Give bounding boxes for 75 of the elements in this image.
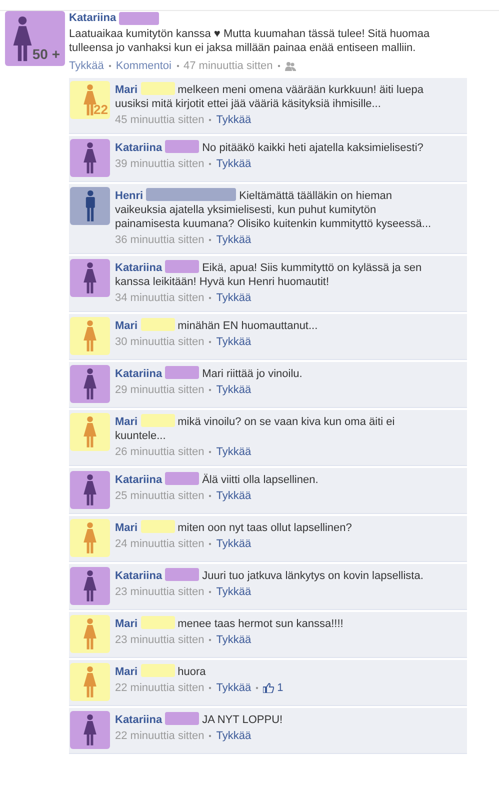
timestamp: 36 minuuttia sitten (115, 233, 204, 247)
timestamp: 30 minuuttia sitten (115, 335, 204, 349)
age-label: 22 (94, 103, 108, 117)
timestamp: 45 minuuttia sitten (115, 113, 204, 127)
comment-text: Katariina JA NYT LOPPU! (115, 712, 284, 727)
comment-text: Katariina Juuri tuo jatkuva länkytys on kovin lapsellista. (115, 568, 424, 583)
redaction-bar (140, 616, 175, 629)
like-link[interactable]: Tykkää (69, 59, 104, 73)
avatar[interactable] (70, 317, 110, 355)
like-link[interactable]: Tykkää (216, 537, 252, 551)
avatar[interactable] (70, 615, 110, 653)
like-link[interactable]: Tykkää (216, 157, 252, 171)
comment-text: Henri Kieltämättä täälläkin on hieman vaikeuksia ajatella yksimielisesti, kun puhut kumitytön painamisesta kuumana? Olisiko kuitenkin kummityttö kyseessä... (115, 188, 432, 231)
timestamp: 47 minuuttia sitten (184, 59, 273, 73)
avatar[interactable] (70, 519, 110, 557)
comment-text: Mari huora (115, 664, 207, 679)
redaction-bar (140, 520, 175, 533)
like-count[interactable]: 1 (277, 681, 284, 695)
friends-icon (284, 62, 296, 70)
comment-text: Mari menee taas hermot sun kanssa!!!! (115, 616, 344, 631)
redaction-bar (165, 366, 200, 379)
redaction-bar (165, 472, 200, 485)
thumbs-up-icon (263, 683, 274, 693)
comment-text: Katariina No pitääkö kaikki heti ajatella kaksimielisesti? (115, 140, 424, 155)
timestamp: 22 minuuttia sitten (115, 681, 204, 695)
avatar[interactable] (70, 567, 110, 605)
redaction-bar (165, 712, 200, 725)
redaction-bar (140, 414, 175, 427)
redaction-bar (165, 568, 200, 581)
timestamp: 23 minuuttia sitten (115, 585, 204, 599)
comment-text: Mari melkeen meni omena väärään kurkkuun! äiti luepa uusiksi mitä kirjotit ettei jää vääriä käsityksiä ihmisille... (115, 82, 424, 111)
like-link[interactable]: Tykkää (216, 729, 252, 743)
redaction-bar (119, 12, 160, 24)
timestamp: 22 minuuttia sitten (115, 729, 204, 743)
like-link[interactable]: Tykkää (216, 383, 252, 397)
timestamp: 25 minuuttia sitten (115, 489, 204, 503)
redaction-bar (140, 318, 175, 331)
timestamp: 26 minuuttia sitten (115, 445, 204, 459)
avatar[interactable] (70, 471, 110, 509)
like-link[interactable]: Tykkää (216, 633, 252, 647)
timestamp: 24 minuuttia sitten (115, 537, 204, 551)
comment-text: Katariina Eikä, apua! Siis kummityttö on kylässä ja sen kanssa leikitään! Hyvä kun Henri huomautit! (115, 260, 423, 289)
avatar[interactable] (70, 413, 110, 451)
avatar[interactable]: 50 + (5, 11, 65, 66)
comment-text: Mari minähän EN huomauttanut... (115, 318, 319, 333)
timestamp: 34 minuuttia sitten (115, 291, 204, 305)
comment-text: Mari mikä vinoilu? on se vaan kiva kun oma äiti ei kuuntele... (115, 414, 396, 443)
redaction-bar (165, 260, 200, 273)
comment-text: Katariina Älä viitti olla lapsellinen. (115, 472, 320, 487)
timestamp: 23 minuuttia sitten (115, 633, 204, 647)
like-link[interactable]: Tykkää (216, 445, 252, 459)
avatar[interactable] (70, 365, 110, 403)
post-text: Laatuaikaa kumitytön kanssa ♥ Mutta kuumahan tässä tulee! Sitä huomaa tulleensa jo vanhaksi kun ei jaksa millään painaa enää entiseen malliin. (69, 27, 431, 55)
avatar[interactable] (70, 663, 110, 701)
redaction-bar (165, 140, 200, 153)
comment-text: Mari miten oon nyt taas ollut lapsellinen? (115, 520, 353, 535)
redaction-bar (140, 664, 175, 677)
comment-text: Katariina Mari riittää jo vinoilu. (115, 366, 304, 381)
avatar[interactable] (70, 187, 110, 225)
like-link[interactable]: Tykkää (216, 489, 252, 503)
like-link[interactable]: Tykkää (216, 113, 252, 127)
timestamp: 39 minuuttia sitten (115, 157, 204, 171)
avatar[interactable] (70, 259, 110, 297)
like-link[interactable]: Tykkää (216, 291, 252, 305)
like-link[interactable]: Tykkää (216, 335, 252, 349)
timestamp: 29 minuuttia sitten (115, 383, 204, 397)
comment-link[interactable]: Kommentoi (116, 59, 172, 73)
like-link[interactable]: Tykkää (216, 681, 252, 695)
redaction-bar (140, 82, 175, 95)
like-link[interactable]: Tykkää (216, 233, 252, 247)
author-name[interactable]: Katariina (69, 11, 116, 25)
age-label: 50 + (32, 47, 60, 61)
avatar[interactable] (70, 139, 110, 177)
like-link[interactable]: Tykkää (216, 585, 252, 599)
avatar[interactable] (70, 711, 110, 749)
